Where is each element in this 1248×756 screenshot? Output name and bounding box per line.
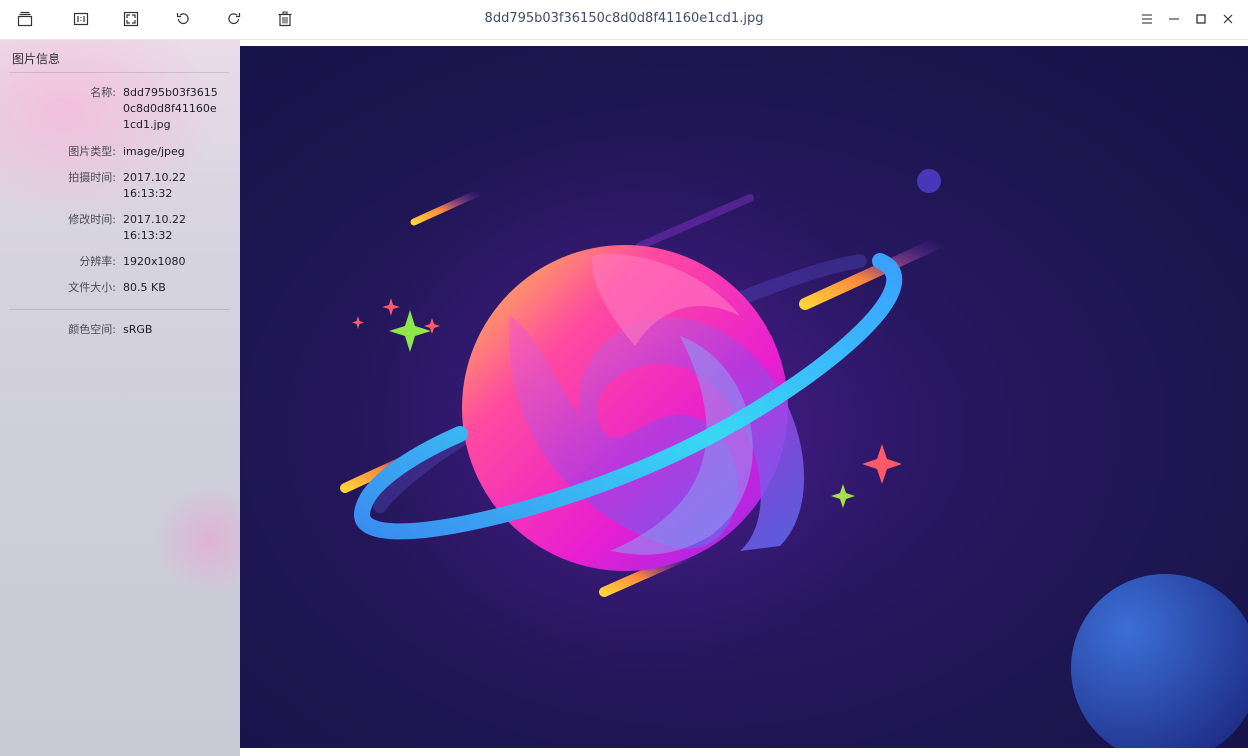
window-title: 8dd795b03f36150c8d0d8f41160e1cd1.jpg xyxy=(484,11,764,26)
info-label: 修改时间: xyxy=(68,213,116,226)
maximize-button[interactable] xyxy=(1190,8,1212,30)
info-value: 2017.10.22 16:13:32 xyxy=(123,171,186,200)
divider xyxy=(10,72,229,73)
info-label: 分辨率: xyxy=(79,255,116,268)
info-value: image/jpeg xyxy=(123,145,185,158)
info-label: 名称: xyxy=(90,86,116,99)
info-label: 颜色空间: xyxy=(68,323,116,336)
info-value: sRGB xyxy=(123,323,153,336)
info-value: 2017.10.22 16:13:32 xyxy=(123,213,186,242)
info-value: 80.5 KB xyxy=(123,281,166,294)
panel-blur-highlight xyxy=(150,480,240,600)
info-label: 文件大小: xyxy=(68,281,116,294)
wallpaper-image xyxy=(340,131,1248,748)
info-value: 8dd795b03f36150c8d0d8f41160e1cd1.jpg xyxy=(123,86,218,131)
image-canvas[interactable] xyxy=(240,46,1248,748)
titlebar: 8dd795b03f36150c8d0d8f41160e1cd1.jpg xyxy=(0,0,1248,40)
close-icon xyxy=(1223,14,1233,24)
image-info-panel: 图片信息 名称: 8dd795b03f36150c8d0d8f41160e1cd… xyxy=(0,40,240,756)
menu-button[interactable] xyxy=(1136,8,1158,30)
info-label: 拍摄时间: xyxy=(68,171,116,184)
maximize-icon xyxy=(1196,14,1206,24)
panel-title: 图片信息 xyxy=(12,52,61,66)
info-value: 1920x1080 xyxy=(123,255,186,268)
close-button[interactable] xyxy=(1217,8,1239,30)
menu-icon xyxy=(1142,14,1152,24)
minimize-icon xyxy=(1169,18,1179,20)
info-label: 图片类型: xyxy=(68,145,116,158)
minimize-button[interactable] xyxy=(1163,8,1185,30)
divider xyxy=(10,309,229,310)
